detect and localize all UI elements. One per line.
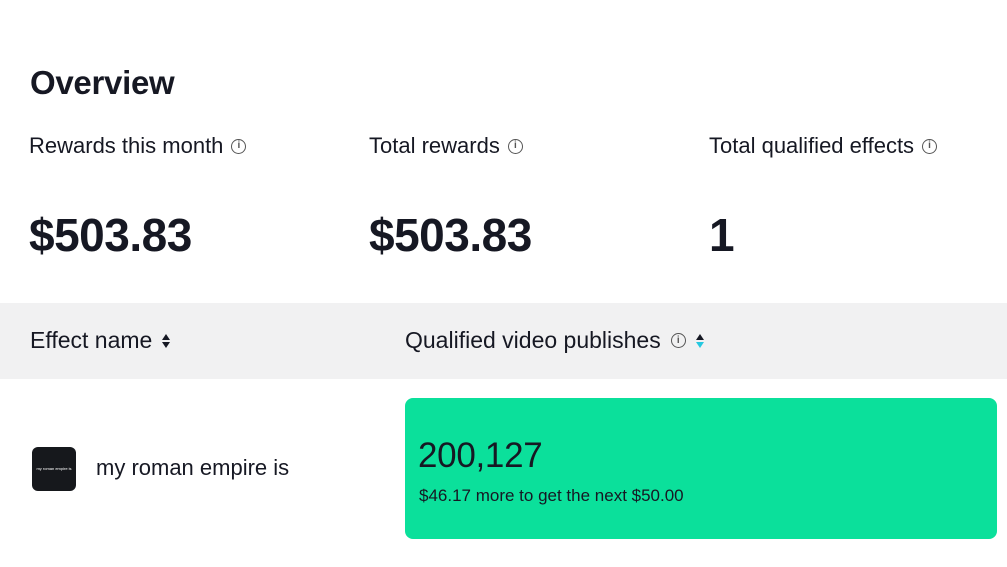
stat-value-total-qualified-effects: 1: [709, 209, 735, 261]
column-header-effect-name[interactable]: Effect name: [30, 327, 171, 354]
qualified-publishes-count: 200,127: [418, 436, 543, 475]
stat-label-text: Total rewards: [369, 133, 500, 158]
info-icon[interactable]: i: [231, 138, 247, 154]
stat-label-total-qualified-effects: Total qualified effects i: [709, 133, 938, 159]
sort-arrows-icon[interactable]: [695, 333, 704, 348]
sort-arrows-icon[interactable]: [162, 333, 171, 348]
stat-value-rewards-this-month: $503.83: [29, 209, 192, 261]
column-header-label: Effect name: [30, 327, 153, 353]
thumbnail-text: my roman empire is: [36, 466, 72, 471]
qualified-publishes-card: 200,127 $46.17 more to get the next $50.…: [405, 398, 997, 539]
next-reward-note: $46.17 more to get the next $50.00: [419, 486, 684, 505]
column-header-qualified-video-publishes[interactable]: Qualified video publishes i: [405, 327, 704, 354]
stat-value-total-rewards: $503.83: [369, 209, 532, 261]
info-icon[interactable]: i: [922, 138, 938, 154]
info-icon[interactable]: i: [507, 138, 523, 154]
page-title: Overview: [30, 64, 175, 101]
effect-name: my roman empire is: [96, 455, 290, 480]
info-icon[interactable]: i: [670, 333, 686, 348]
stat-label-text: Total qualified effects: [709, 133, 915, 158]
table-header: Effect name Qualified video publishes i: [0, 303, 1007, 379]
stat-label-rewards-this-month: Rewards this month i: [29, 133, 247, 159]
stat-label-total-rewards: Total rewards i: [369, 133, 523, 159]
stat-label-text: Rewards this month: [29, 133, 224, 158]
effect-thumbnail: my roman empire is: [32, 447, 76, 491]
column-header-label: Qualified video publishes: [405, 327, 661, 353]
overview-page: Overview Rewards this month i $503.83 To…: [0, 0, 1007, 567]
